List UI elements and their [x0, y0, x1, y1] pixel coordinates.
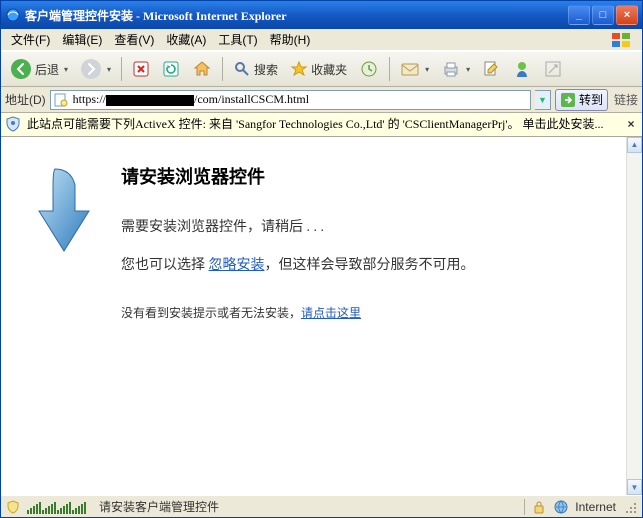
history-button[interactable] [354, 55, 384, 83]
address-bar: 地址(D) https:// /com/installCSCM.html ▼ 转到… [1, 87, 642, 113]
content-inner: 请安装浏览器控件 需要安装浏览器控件，请稍后 . . . 您也可以选择 忽略安装… [1, 137, 495, 495]
mail-icon [400, 60, 420, 78]
infobar-close-button[interactable]: × [624, 116, 638, 133]
chevron-down-icon: ▾ [425, 65, 429, 74]
address-input[interactable]: https:// /com/installCSCM.html [50, 90, 531, 110]
home-icon [192, 59, 212, 79]
skip-suffix: ，但这样会导致部分服务不可用。 [265, 258, 475, 273]
print-icon [441, 59, 461, 79]
text-column: 请安装浏览器控件 需要安装浏览器控件，请稍后 . . . 您也可以选择 忽略安装… [121, 159, 475, 475]
messenger-button[interactable] [507, 55, 537, 83]
favorites-button[interactable]: 收藏夹 [285, 55, 352, 83]
stop-icon [132, 60, 150, 78]
back-arrow-icon [10, 58, 32, 80]
ie-app-icon [5, 7, 21, 23]
activex-infobar[interactable]: 此站点可能需要下列ActiveX 控件: 来自 'Sangfor Technol… [1, 113, 642, 137]
menu-bar: 文件(F) 编辑(E) 查看(V) 收藏(A) 工具(T) 帮助(H) [1, 29, 642, 51]
edit-button[interactable] [477, 55, 505, 83]
skip-install-line: 您也可以选择 忽略安装，但这样会导致部分服务不可用。 [121, 255, 475, 277]
status-text: 请安装客户端管理控件 [99, 498, 518, 515]
menu-file[interactable]: 文件(F) [5, 29, 56, 50]
help-prefix: 没有看到安装提示或者无法安装， [121, 306, 301, 320]
toolbar-separator [222, 57, 223, 81]
go-label: 转到 [579, 91, 603, 108]
url-suffix: /com/installCSCM.html [194, 92, 309, 106]
menu-view[interactable]: 查看(V) [108, 29, 160, 50]
status-separator [524, 499, 525, 515]
resize-grip[interactable] [622, 499, 638, 515]
back-label: 后退 [35, 61, 59, 78]
refresh-button[interactable] [157, 55, 185, 83]
forward-arrow-icon [80, 58, 102, 80]
home-button[interactable] [187, 55, 217, 83]
windows-flag-icon [604, 29, 640, 51]
skip-prefix: 您也可以选择 [121, 258, 209, 273]
arrow-graphic [31, 159, 103, 475]
menu-tools[interactable]: 工具(T) [212, 29, 263, 50]
chevron-down-icon: ▾ [107, 65, 111, 74]
progress-indicator [27, 500, 93, 514]
install-waiting-text: 需要安装浏览器控件，请稍后 . . . [121, 217, 475, 239]
toolbar: 后退 ▾ ▾ 搜索 收藏夹 ▾ [1, 51, 642, 87]
zone-internet-icon [553, 499, 569, 515]
mail-button[interactable]: ▾ [395, 55, 434, 83]
toolbar-separator [389, 57, 390, 81]
url-redacted [106, 95, 194, 106]
links-label[interactable]: 链接 [614, 91, 638, 108]
toolbar-separator [121, 57, 122, 81]
minimize-button[interactable]: _ [568, 5, 590, 25]
search-icon [233, 60, 251, 78]
messenger-icon [512, 59, 532, 79]
page-heading: 请安装浏览器控件 [121, 163, 475, 189]
address-dropdown[interactable]: ▼ [535, 90, 551, 110]
refresh-icon [162, 60, 180, 78]
help-line: 没有看到安装提示或者无法安装，请点击这里 [121, 304, 475, 323]
url-text: https:// /com/installCSCM.html [73, 92, 528, 107]
window-title: 客户端管理控件安装 - Microsoft Internet Explorer [25, 7, 568, 24]
star-icon [290, 60, 308, 78]
unknown-tool-button[interactable] [539, 55, 567, 83]
arrow-expand-icon [544, 60, 562, 78]
status-shield-icon [5, 499, 21, 515]
chevron-down-icon: ▾ [64, 65, 68, 74]
menu-help[interactable]: 帮助(H) [264, 29, 317, 50]
scroll-down-button[interactable]: ▼ [627, 479, 642, 495]
help-click-here-link[interactable]: 请点击这里 [301, 306, 361, 320]
lock-icon [531, 499, 547, 515]
page-icon [53, 92, 69, 108]
zone-label: Internet [575, 500, 616, 514]
status-bar: 请安装客户端管理控件 Internet [1, 495, 642, 517]
ie-window: 客户端管理控件安装 - Microsoft Internet Explorer … [0, 0, 643, 518]
title-bar[interactable]: 客户端管理控件安装 - Microsoft Internet Explorer … [1, 1, 642, 29]
shield-icon [5, 116, 21, 132]
menu-favorites[interactable]: 收藏(A) [160, 29, 212, 50]
chevron-down-icon: ▾ [466, 65, 470, 74]
scroll-track[interactable] [627, 153, 642, 479]
favorites-label: 收藏夹 [311, 61, 347, 78]
search-label: 搜索 [254, 61, 278, 78]
history-icon [359, 59, 379, 79]
print-button[interactable]: ▾ [436, 55, 475, 83]
maximize-button[interactable]: □ [592, 5, 614, 25]
edit-icon [482, 60, 500, 78]
forward-button[interactable]: ▾ [75, 55, 116, 83]
scroll-up-button[interactable]: ▲ [627, 137, 642, 153]
page-content: 请安装浏览器控件 需要安装浏览器控件，请稍后 . . . 您也可以选择 忽略安装… [1, 137, 642, 495]
chevron-down-icon: ▼ [538, 95, 547, 105]
address-label: 地址(D) [5, 91, 46, 108]
window-controls: _ □ × [568, 5, 638, 25]
url-prefix: https:// [73, 92, 106, 106]
go-button[interactable]: 转到 [555, 89, 608, 111]
skip-install-link[interactable]: 忽略安装 [209, 258, 265, 273]
stop-button[interactable] [127, 55, 155, 83]
search-button[interactable]: 搜索 [228, 55, 283, 83]
vertical-scrollbar[interactable]: ▲ ▼ [626, 137, 642, 495]
close-button[interactable]: × [616, 5, 638, 25]
back-button[interactable]: 后退 ▾ [5, 55, 73, 83]
go-arrow-icon [560, 92, 576, 108]
menu-edit[interactable]: 编辑(E) [56, 29, 108, 50]
infobar-text: 此站点可能需要下列ActiveX 控件: 来自 'Sangfor Technol… [27, 116, 618, 133]
